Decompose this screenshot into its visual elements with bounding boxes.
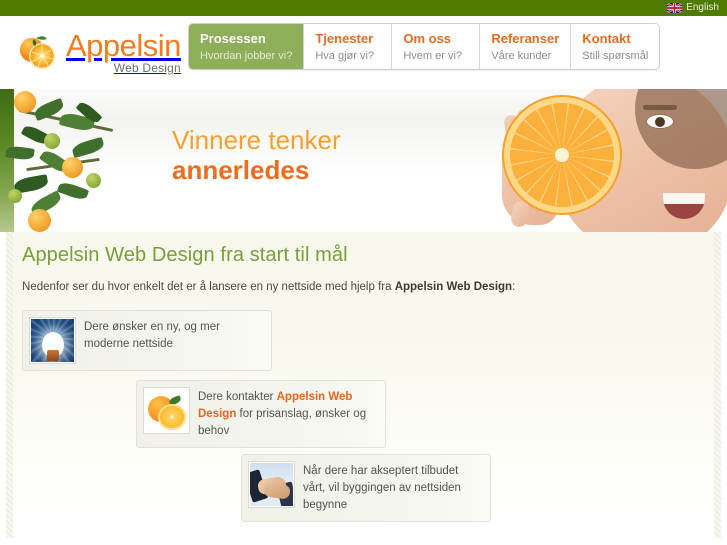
nav-item-referanser[interactable]: Referanser Våre kunder [480,24,572,69]
nav-title: Prosessen [200,30,266,46]
hero-line-1: Vinnere tenker [172,125,341,155]
nav-item-kontakt[interactable]: Kontakt Still spørsmål [571,24,660,69]
hero-line-2: annerledes [172,155,310,185]
intro-brand: Appelsin Web Design [394,281,513,293]
nav-subtitle: Hva gjør vi? [315,49,375,62]
content-panel: Appelsin Web Design fra start til mål Ne… [6,232,721,538]
nav-title: Referanser [491,30,560,46]
orange-fruit-icon [144,388,189,433]
top-language-bar: English [0,0,727,16]
panel-left-edge [6,232,13,538]
language-label: English [686,2,719,13]
nav-item-om-oss[interactable]: Om oss Hvem er vi? [392,24,481,69]
orange-tree-branch-image [0,89,150,232]
nav-item-tjenester[interactable]: Tjenester Hva gjør vi? [304,24,393,69]
intro-paragraph: Nedenfor ser du hvor enkelt det er å lan… [22,280,515,294]
process-step-1-text: Dere ønsker en ny, og mer moderne nettsi… [84,321,220,350]
logo-subtitle: Web Design [113,60,181,75]
lightbulb-idea-icon [30,318,75,363]
nav-title: Om oss [403,30,452,46]
orange-fruit-icon [18,31,60,73]
hero-headline: Vinnere tenker annerledes [172,125,341,185]
process-step-1: Dere ønsker en ny, og mer moderne nettsi… [22,310,272,371]
nav-subtitle: Hvordan jobber vi? [200,49,293,62]
page-title: Appelsin Web Design fra start til mål [22,244,348,266]
nav-item-prosessen[interactable]: Prosessen Hvordan jobber vi? [189,24,305,69]
main-content: Appelsin Web Design fra start til mål Ne… [0,232,727,538]
site-header: Appelsin Web Design Prosessen Hvordan jo… [0,16,727,89]
woman-holding-orange-slice-image [502,89,727,232]
uk-flag-icon [667,3,683,13]
hero-banner: Vinnere tenker annerledes [0,89,727,232]
nav-title: Tjenester [315,30,374,46]
nav-subtitle: Hvem er vi? [403,49,463,62]
logo-title: Appelsin [66,27,181,63]
nav-subtitle: Våre kunder [491,49,552,62]
process-step-2: Dere kontakter Appelsin Web Design for p… [136,380,386,448]
panel-right-edge [714,232,721,538]
handshake-icon [249,462,294,507]
nav-title: Kontakt [582,30,631,46]
language-switch-english[interactable]: English [667,3,719,13]
site-logo[interactable]: Appelsin Web Design [18,27,181,75]
process-step-3-text: Når dere har akseptert tilbudet vårt, vi… [303,465,461,511]
nav-subtitle: Still spørsmål [582,49,649,62]
intro-text-before: Nedenfor ser du hvor enkelt det er å lan… [22,281,395,293]
process-step-3: Når dere har akseptert tilbudet vårt, vi… [241,454,491,522]
intro-text-after: : [512,281,516,293]
step-2-text-before: Dere kontakter [198,391,277,403]
main-navigation: Prosessen Hvordan jobber vi? Tjenester H… [188,23,661,70]
process-step-2-text: Dere kontakter Appelsin Web Design for p… [198,388,373,440]
